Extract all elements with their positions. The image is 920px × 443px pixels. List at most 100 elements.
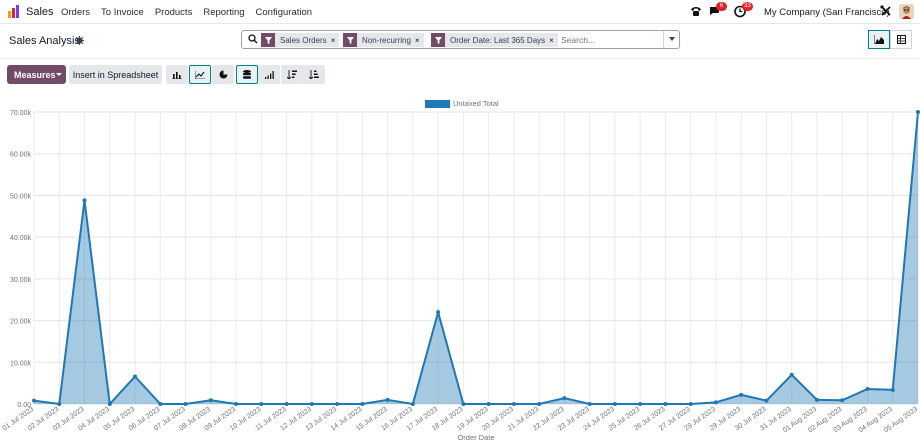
- data-point: [916, 110, 920, 114]
- data-point: [183, 402, 188, 406]
- menu-to-invoice[interactable]: To Invoice: [101, 7, 144, 18]
- line-chart-button[interactable]: [189, 65, 211, 84]
- sales-app-icon[interactable]: [8, 5, 21, 18]
- data-point: [537, 402, 542, 406]
- data-point: [234, 402, 239, 406]
- area-chart-icon: [874, 35, 884, 44]
- spreadsheet-label: Insert in Spreadsheet: [72, 69, 159, 80]
- search-facet[interactable]: Non-recurring ×: [343, 33, 424, 47]
- bar-chart-icon: [172, 71, 182, 79]
- table-icon: [896, 35, 906, 44]
- data-point: [814, 397, 819, 402]
- data-point: [309, 402, 314, 406]
- stacked-toggle-button[interactable]: [236, 65, 258, 84]
- data-point: [461, 402, 466, 406]
- insert-in-spreadsheet-button[interactable]: Insert in Spreadsheet: [69, 65, 162, 84]
- filter-icon: [431, 33, 445, 47]
- menu-reporting[interactable]: Reporting: [203, 7, 244, 18]
- search-facet[interactable]: Order Date: Last 365 Days ×: [431, 33, 558, 47]
- sort-descending-icon: [287, 70, 297, 79]
- debug-tools-icon[interactable]: [879, 4, 893, 18]
- data-point: [259, 402, 264, 406]
- y-tick-label: 50.00k: [10, 193, 32, 200]
- menu-configuration[interactable]: Configuration: [256, 7, 313, 18]
- y-tick-label: 60.00k: [10, 152, 32, 159]
- search-options-toggle-icon[interactable]: [669, 37, 675, 41]
- pivot-view-button[interactable]: [890, 30, 912, 49]
- search-facet[interactable]: Sales Orders ×: [261, 33, 340, 47]
- data-point: [133, 374, 138, 379]
- y-tick-label: 10.00k: [10, 360, 32, 367]
- remove-facet-icon[interactable]: ×: [549, 33, 558, 47]
- data-point: [107, 402, 112, 406]
- stack-icon: [243, 70, 251, 79]
- data-point: [865, 386, 870, 391]
- pie-chart-button[interactable]: [212, 65, 234, 84]
- facet-label: Non-recurring: [357, 33, 415, 47]
- data-point: [789, 372, 794, 377]
- data-point: [511, 402, 516, 406]
- sort-ascending-icon: [309, 70, 319, 79]
- data-point: [562, 396, 567, 401]
- data-point: [82, 198, 87, 203]
- graph-view-button[interactable]: [868, 30, 890, 49]
- sort-descending-button[interactable]: [281, 65, 303, 84]
- search-icon[interactable]: [248, 34, 258, 44]
- pie-chart-icon: [219, 70, 228, 79]
- measures-label: Measures: [14, 69, 56, 80]
- data-point: [385, 397, 390, 402]
- menu-orders[interactable]: Orders: [61, 7, 90, 18]
- y-tick-label: 20.00k: [10, 319, 32, 326]
- ascending-bars-icon: [265, 70, 274, 79]
- remove-facet-icon[interactable]: ×: [330, 33, 340, 47]
- y-tick-label: 70.00k: [10, 110, 32, 117]
- bar-chart-button[interactable]: [166, 65, 188, 84]
- menu-products[interactable]: Products: [155, 7, 193, 18]
- sort-ascending-button[interactable]: [303, 65, 325, 84]
- remove-facet-icon[interactable]: ×: [414, 33, 424, 47]
- app-name[interactable]: Sales: [26, 6, 54, 18]
- filter-icon: [261, 33, 275, 47]
- data-point: [410, 402, 415, 406]
- data-point: [284, 402, 289, 406]
- series-line: [33, 111, 919, 407]
- user-avatar[interactable]: [899, 4, 914, 19]
- cumulative-toggle-button[interactable]: [258, 65, 280, 84]
- data-point: [57, 402, 62, 406]
- measures-dropdown[interactable]: Measures: [7, 65, 66, 84]
- page-title: Sales Analysis: [9, 35, 80, 47]
- facet-label: Sales Orders: [275, 33, 331, 47]
- y-tick-label: 40.00k: [10, 235, 32, 242]
- data-point: [587, 402, 592, 406]
- data-point: [208, 398, 213, 403]
- search-input[interactable]: Search...: [561, 35, 595, 45]
- data-point: [663, 402, 668, 406]
- view-switcher: [868, 30, 912, 49]
- data-point: [688, 402, 693, 406]
- gear-icon[interactable]: [75, 36, 84, 45]
- phone-icon[interactable]: [689, 4, 703, 18]
- search-divider: [663, 31, 664, 48]
- data-point: [32, 398, 36, 403]
- toolbar-divider: [0, 58, 920, 59]
- search-bar[interactable]: Sales Orders × Non-recurring × Order Dat…: [241, 30, 680, 49]
- data-point: [713, 400, 718, 405]
- line-chart-icon: [195, 70, 205, 79]
- data-point: [486, 402, 491, 406]
- data-point: [612, 402, 617, 406]
- data-point: [764, 398, 769, 403]
- data-point: [158, 402, 163, 406]
- caret-down-icon: [56, 73, 62, 76]
- messages-badge: 6: [716, 2, 727, 11]
- data-point: [638, 402, 643, 406]
- data-point: [436, 310, 441, 315]
- activities-badge: 33: [742, 2, 753, 11]
- main-menu: Orders To Invoice Products Reporting Con…: [61, 7, 323, 18]
- sales-area-chart[interactable]: 0.0010.00k20.00k30.00k40.00k50.00k60.00k…: [0, 92, 920, 443]
- company-switcher[interactable]: My Company (San Francisco): [764, 7, 890, 18]
- x-axis-label: Order Date: [457, 433, 494, 442]
- y-tick-label: 30.00k: [10, 277, 32, 284]
- data-point: [739, 392, 744, 397]
- facet-label: Order Date: Last 365 Days: [445, 33, 550, 47]
- data-point: [840, 398, 845, 403]
